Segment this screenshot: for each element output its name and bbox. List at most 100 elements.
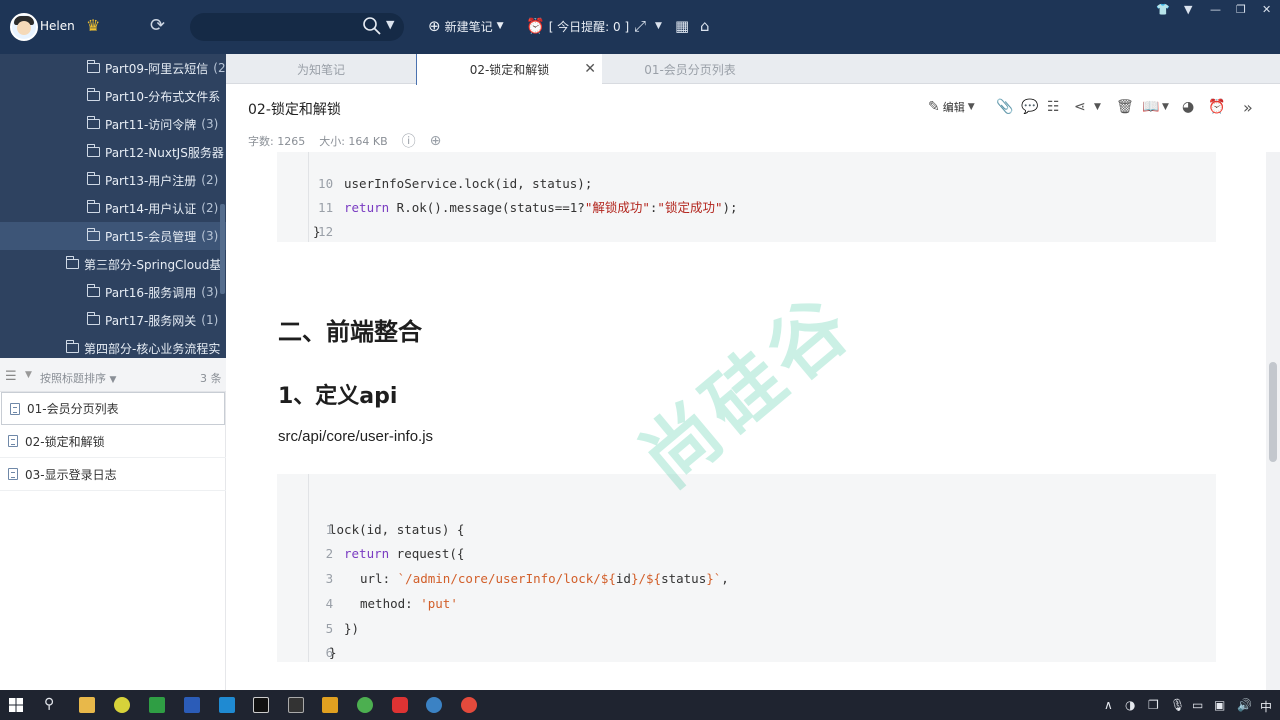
comment-icon[interactable]: 💬 <box>1021 97 1038 117</box>
list-view-icon[interactable]: ☰ <box>5 369 17 384</box>
tree-item[interactable]: Part14-用户认证 (2) <box>0 194 226 222</box>
tree-item[interactable]: Part12-NuxtJS服务器 <box>0 138 226 166</box>
view-dropdown-icon[interactable]: ▼ <box>25 370 32 380</box>
editor-scrollbar[interactable] <box>1266 152 1280 690</box>
tab-member-list[interactable]: 01-会员分页列表 <box>602 54 778 84</box>
tree-item[interactable]: Part17-服务网关 (1) <box>0 306 226 334</box>
minimize-button[interactable]: — <box>1210 3 1221 16</box>
note-list: 01-会员分页列表 02-锁定和解锁 03-显示登录日志 <box>0 392 226 690</box>
close-icon[interactable]: ✕ <box>584 61 596 77</box>
tree-item[interactable]: Part10-分布式文件系 <box>0 82 226 110</box>
code-block: 10 userInfoService.lock(id, status); 11 re… <box>277 152 1216 242</box>
tree-label: Part15-会员管理 <box>105 229 197 244</box>
close-button[interactable]: ✕ <box>1262 3 1271 16</box>
file-explorer-icon[interactable] <box>79 697 95 713</box>
tree-label: Part14-用户认证 <box>105 201 197 216</box>
sync-icon[interactable]: ⟳ <box>150 17 165 35</box>
expand-icon[interactable]: ⤢ <box>634 17 646 35</box>
add-circle-icon[interactable]: ⊕ <box>430 133 442 149</box>
tree-item[interactable]: Part16-服务调用 (3) <box>0 278 226 306</box>
intellij-icon[interactable] <box>253 697 269 713</box>
windows-start-icon[interactable] <box>9 698 23 712</box>
tab-label: 02-锁定和解锁 <box>469 63 550 77</box>
tray-app-icon[interactable]: ◑ <box>1125 698 1135 712</box>
app-icon[interactable] <box>322 697 338 713</box>
ime-indicator[interactable]: 中 <box>1260 698 1272 715</box>
alarm-icon[interactable]: ⏰ <box>1208 97 1225 117</box>
menu-icon[interactable]: ▼ <box>1184 3 1192 16</box>
folder-icon <box>87 144 100 157</box>
search-icon[interactable] <box>362 16 382 36</box>
tree-item-selected[interactable]: Part15-会员管理 (3) <box>0 222 226 250</box>
code-line: 4 method: 'put' <box>277 568 1177 611</box>
app-icon[interactable] <box>114 697 130 713</box>
expand-dropdown-icon[interactable]: ▼ <box>655 17 662 35</box>
microphone-icon[interactable]: 🎙 <box>1170 698 1185 712</box>
sort-label: 按照标题排序 <box>40 372 106 385</box>
list-item[interactable]: 03-显示登录日志 <box>0 458 226 491</box>
tab-label: 为知笔记 <box>296 62 345 77</box>
reading-dropdown-icon[interactable]: ▼ <box>1162 97 1169 117</box>
app-icon[interactable] <box>392 697 408 713</box>
tree-count: (2) <box>201 173 219 187</box>
tab-lock-unlock[interactable]: 02-锁定和解锁 ✕ <box>416 54 602 85</box>
reminder-button[interactable]: ⏰ [ 今日提醒: 0 ] <box>526 17 629 35</box>
tree-scrollbar[interactable] <box>220 204 225 294</box>
tree-item[interactable]: 第四部分-核心业务流程实 <box>0 334 226 358</box>
edit-button[interactable]: ✎ 编辑 ▼ <box>928 97 975 117</box>
delete-icon[interactable]: 🗑 <box>1116 97 1134 117</box>
folder-tree: Part09-阿里云短信 (2 Part10-分布式文件系 Part11-访问令牌… <box>0 54 226 358</box>
tree-item[interactable]: Part09-阿里云短信 (2 <box>0 54 226 82</box>
history-icon[interactable]: ☷ <box>1047 97 1060 117</box>
tree-item[interactable]: Part13-用户注册 (2) <box>0 166 226 194</box>
reading-mode-icon[interactable]: 📖 <box>1142 97 1159 117</box>
tree-label: Part13-用户注册 <box>105 173 197 188</box>
attachment-icon[interactable]: 📎 <box>996 97 1013 117</box>
terminal-icon[interactable] <box>288 697 304 713</box>
code-line: 10 userInfoService.lock(id, status); <box>277 148 1177 191</box>
home-icon[interactable]: ⌂ <box>700 17 710 35</box>
skin-icon[interactable]: 👕 <box>1156 3 1170 16</box>
vscode-icon[interactable] <box>219 697 235 713</box>
sort-dropdown[interactable]: 按照标题排序 ▼ <box>40 370 116 386</box>
new-note-button[interactable]: ⊕ 新建笔记 ▼ <box>428 17 504 35</box>
tree-item[interactable]: Part11-访问令牌 (3) <box>0 110 226 138</box>
share-icon[interactable]: ⋖ <box>1074 97 1086 117</box>
restore-button[interactable]: ❐ <box>1236 3 1246 16</box>
code-line: 3 url: `/admin/core/userInfo/lock/${id}/$… <box>277 543 1177 586</box>
volume-icon[interactable]: 🔊 <box>1237 698 1252 712</box>
battery-icon[interactable]: ▭ <box>1192 698 1203 712</box>
tray-app-icon[interactable]: ❐ <box>1148 698 1159 712</box>
word-icon[interactable] <box>184 697 200 713</box>
title-bar: Helen ♛ ⟳ ▼ ⊕ 新建笔记 ▼ ⏰ [ 今日提醒: 0 ] ⤢ ▼ ▦… <box>0 0 1280 54</box>
tree-item[interactable]: 第三部分-SpringCloud基 <box>0 250 226 278</box>
vip-crown-icon[interactable]: ♛ <box>86 18 100 34</box>
user-avatar[interactable] <box>10 13 38 41</box>
network-icon[interactable]: ▣ <box>1214 698 1225 712</box>
search-dropdown-icon[interactable]: ▼ <box>386 18 394 31</box>
app-icon[interactable] <box>426 697 442 713</box>
tray-expand-icon[interactable]: ∧ <box>1104 698 1113 712</box>
list-item[interactable]: 02-锁定和解锁 <box>0 425 226 458</box>
scrollbar-thumb[interactable] <box>1269 362 1277 462</box>
edit-icon: ✎ <box>928 99 940 115</box>
wechat-icon[interactable] <box>357 697 373 713</box>
user-name[interactable]: Helen <box>40 19 75 33</box>
tree-label: Part17-服务网关 <box>105 313 197 328</box>
share-dropdown-icon[interactable]: ▼ <box>1094 97 1101 117</box>
list-item-active[interactable]: 01-会员分页列表 <box>1 392 225 425</box>
tab-bar: 为知笔记 02-锁定和解锁 ✕ 01-会员分页列表 <box>226 54 1280 85</box>
grid-icon[interactable]: ▦ <box>675 17 689 35</box>
code-text: } <box>313 224 321 239</box>
weibo-icon[interactable]: ◕ <box>1182 97 1194 117</box>
chrome-icon[interactable] <box>461 697 477 713</box>
folder-icon <box>87 312 100 325</box>
code-line: 5}) <box>277 593 1177 636</box>
search-icon[interactable]: ⚲ <box>44 696 54 712</box>
note-title: 01-会员分页列表 <box>27 402 119 416</box>
folder-icon <box>87 60 100 73</box>
app-icon[interactable] <box>149 697 165 713</box>
chevron-down-icon: ▼ <box>967 102 975 112</box>
more-icon[interactable]: » <box>1243 97 1253 117</box>
tab-wiz-notes[interactable]: 为知笔记 <box>226 54 416 84</box>
